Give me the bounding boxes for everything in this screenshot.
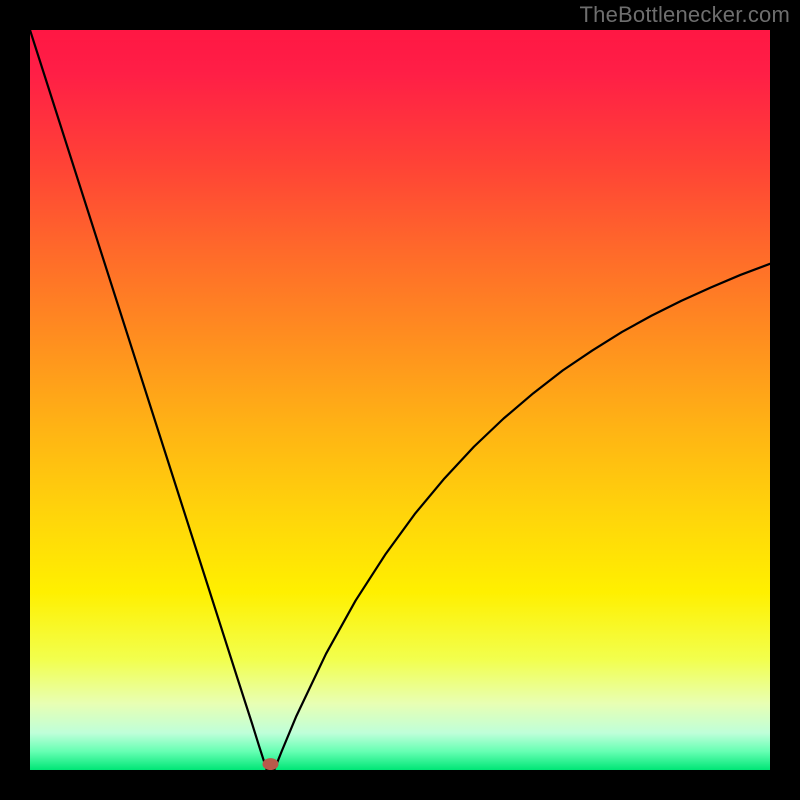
chart-frame: TheBottlenecker.com xyxy=(0,0,800,800)
watermark-text: TheBottlenecker.com xyxy=(580,2,790,28)
bottleneck-chart xyxy=(30,30,770,770)
plot-area xyxy=(30,30,770,770)
gradient-background xyxy=(30,30,770,770)
optimum-marker xyxy=(263,758,279,770)
